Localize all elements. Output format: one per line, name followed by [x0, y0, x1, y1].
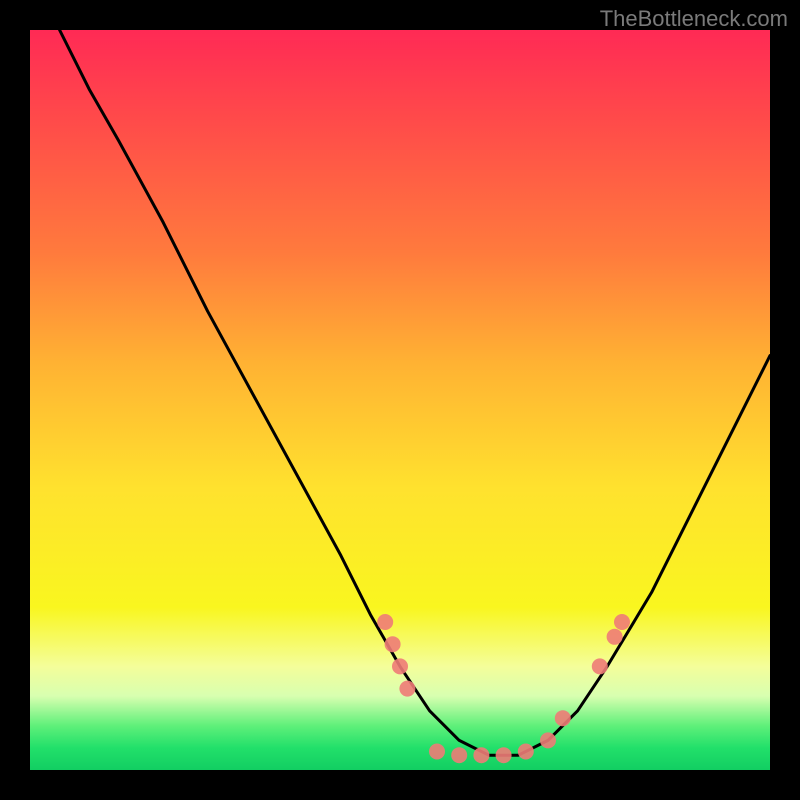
data-point	[429, 744, 445, 760]
data-point	[496, 747, 512, 763]
data-point	[518, 744, 534, 760]
data-point	[377, 614, 393, 630]
chart-svg	[30, 30, 770, 770]
plot-area	[30, 30, 770, 770]
data-point	[473, 747, 489, 763]
data-point	[592, 658, 608, 674]
data-point	[607, 629, 623, 645]
bottleneck-curve	[60, 30, 770, 755]
data-point	[540, 732, 556, 748]
data-point	[399, 681, 415, 697]
data-point	[555, 710, 571, 726]
chart-container: TheBottleneck.com	[0, 0, 800, 800]
data-point	[614, 614, 630, 630]
data-point	[392, 658, 408, 674]
curve-path	[60, 30, 770, 755]
attribution-label: TheBottleneck.com	[600, 6, 788, 32]
data-point	[451, 747, 467, 763]
data-point	[385, 636, 401, 652]
